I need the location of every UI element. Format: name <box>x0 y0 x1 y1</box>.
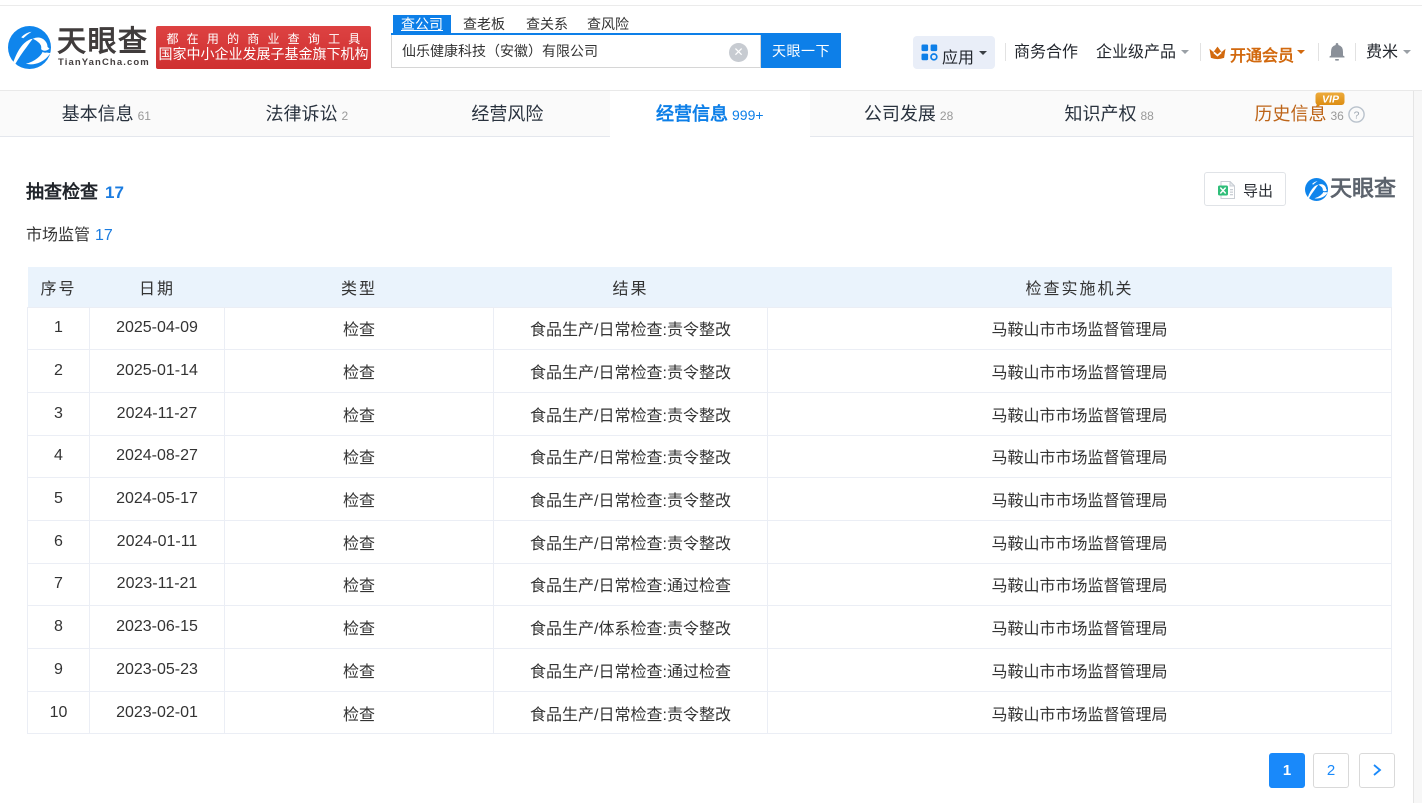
svg-text:VIP: VIP <box>1322 94 1340 106</box>
svg-text:?: ? <box>1353 109 1359 121</box>
